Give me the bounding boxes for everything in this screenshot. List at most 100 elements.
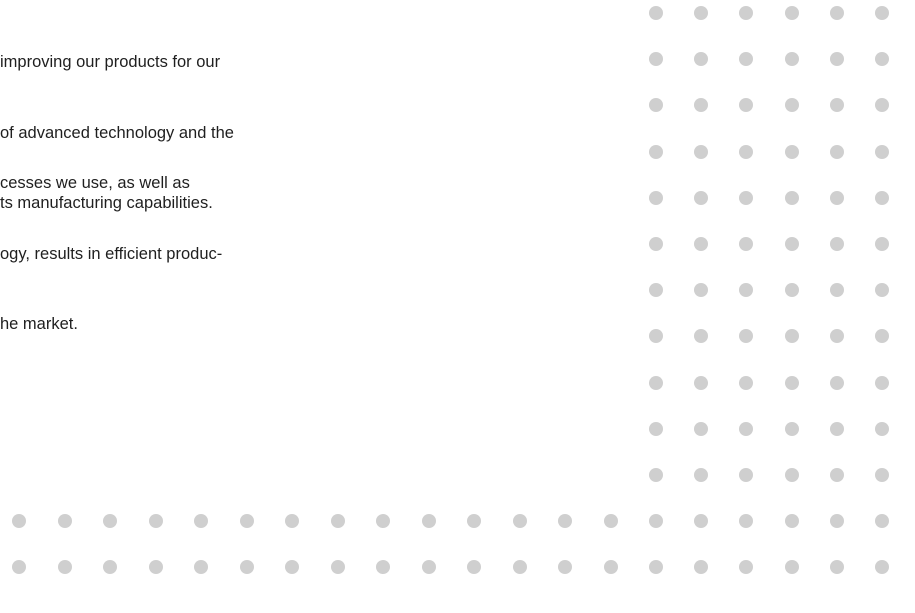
- dot: [875, 6, 889, 20]
- dot: [739, 98, 753, 113]
- dot: [830, 52, 844, 67]
- dot: [649, 52, 663, 67]
- dot: [467, 514, 481, 529]
- dot: [649, 98, 663, 113]
- dot: [649, 560, 663, 575]
- dot: [830, 237, 844, 251]
- dot: [649, 6, 663, 20]
- dot: [467, 560, 481, 575]
- dot: [785, 52, 799, 67]
- dot: [649, 144, 663, 159]
- dot: [558, 514, 572, 529]
- dot: [739, 560, 753, 575]
- dot: [148, 560, 163, 575]
- dot: [194, 514, 208, 529]
- dot: [739, 329, 753, 344]
- dot: [785, 421, 799, 436]
- dot: [830, 283, 844, 298]
- dot: [875, 52, 889, 67]
- dot: [649, 190, 663, 205]
- dot: [739, 144, 753, 159]
- dot: [694, 190, 708, 205]
- dot: [12, 514, 26, 529]
- dot: [239, 560, 254, 575]
- dot: [694, 421, 708, 436]
- dot: [830, 514, 844, 529]
- dot: [785, 329, 799, 344]
- dot: [649, 375, 663, 390]
- dot: [739, 52, 753, 67]
- dot: [57, 560, 72, 575]
- dot: [376, 514, 390, 529]
- dot: [875, 283, 889, 298]
- dot: [649, 514, 663, 529]
- dot: [875, 514, 889, 529]
- dot: [875, 144, 889, 159]
- dot: [285, 560, 299, 575]
- dot: [739, 283, 753, 298]
- dot: [875, 468, 889, 482]
- dot: [694, 375, 708, 390]
- dot: [148, 514, 163, 529]
- dot: [694, 329, 708, 344]
- dot: [875, 421, 889, 436]
- dot: [830, 144, 844, 159]
- dot: [12, 560, 26, 575]
- dot: [830, 190, 844, 205]
- dot: [603, 514, 618, 529]
- dot: [194, 560, 208, 575]
- dot: [103, 560, 117, 575]
- dot: [239, 514, 254, 529]
- dot: [421, 514, 436, 529]
- dot: [649, 421, 663, 436]
- dot: [875, 560, 889, 575]
- dot-pattern: [0, 0, 915, 613]
- dot: [649, 468, 663, 482]
- dot: [739, 421, 753, 436]
- dot: [285, 514, 299, 529]
- dot: [785, 98, 799, 113]
- dot: [649, 329, 663, 344]
- dot: [830, 329, 844, 344]
- dot: [57, 514, 72, 529]
- dot: [739, 237, 753, 251]
- dot: [830, 375, 844, 390]
- dot: [785, 283, 799, 298]
- dot: [785, 375, 799, 390]
- dot: [739, 6, 753, 20]
- dot: [830, 468, 844, 482]
- dot: [875, 237, 889, 251]
- dot: [512, 560, 527, 575]
- dot: [376, 560, 390, 575]
- dot: [694, 6, 708, 20]
- dot: [875, 375, 889, 390]
- dot: [785, 237, 799, 251]
- dot: [103, 514, 117, 529]
- dot: [512, 514, 527, 529]
- dot: [558, 560, 572, 575]
- dot: [875, 329, 889, 344]
- dot: [649, 283, 663, 298]
- dot: [875, 98, 889, 113]
- dot: [330, 560, 345, 575]
- dot: [739, 375, 753, 390]
- dot: [785, 190, 799, 205]
- dot: [694, 98, 708, 113]
- dot: [830, 421, 844, 436]
- dot: [694, 283, 708, 298]
- dot: [739, 468, 753, 482]
- dot: [694, 144, 708, 159]
- dot: [785, 468, 799, 482]
- dot: [694, 468, 708, 482]
- dot: [739, 190, 753, 205]
- dot: [875, 190, 889, 205]
- dot: [785, 144, 799, 159]
- dot: [694, 52, 708, 67]
- dot: [785, 6, 799, 20]
- dot: [694, 237, 708, 251]
- dot: [330, 514, 345, 529]
- dot: [830, 6, 844, 20]
- dot: [830, 560, 844, 575]
- dot: [421, 560, 436, 575]
- dot: [694, 514, 708, 529]
